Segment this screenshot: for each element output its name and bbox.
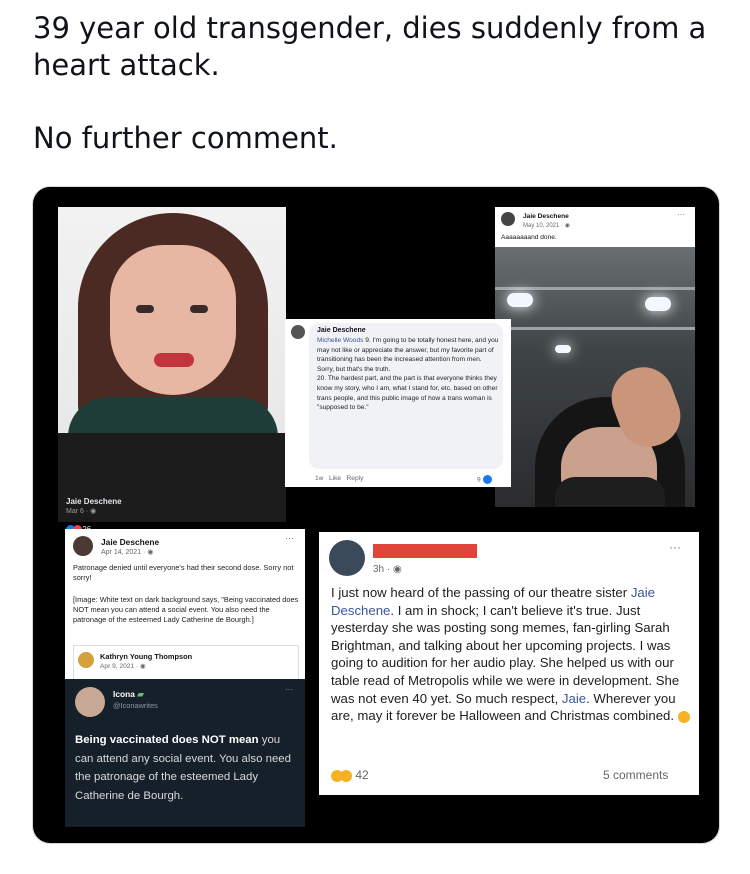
globe-icon: ◉ bbox=[393, 564, 402, 575]
more-options-icon: ··· bbox=[285, 685, 293, 694]
tweet-line-1: 39 year old transgender, dies suddenly f… bbox=[33, 11, 707, 82]
tweet-line-2: No further comment. bbox=[33, 121, 338, 155]
commenter-name: Jaie Deschene bbox=[317, 327, 366, 334]
avatar bbox=[78, 652, 94, 668]
photo-shirt bbox=[68, 397, 278, 433]
selfie-post: Jaie Deschene May 10, 2021 · ◉ ··· Aaaaa… bbox=[495, 207, 695, 507]
profile-photo-post: Jaie Deschene Mar 6 · ◉ 26 bbox=[58, 207, 286, 535]
more-options-icon: ··· bbox=[669, 540, 681, 554]
reaction-count: 42 bbox=[355, 768, 369, 782]
poster-name: Jaie Deschene bbox=[66, 497, 122, 506]
shared-poster-name: Kathryn Young Thompson bbox=[100, 652, 193, 661]
tweet-author-name: Icona ▰ bbox=[113, 689, 144, 699]
ceiling-beam bbox=[495, 287, 695, 290]
globe-icon: ◉ bbox=[147, 549, 154, 556]
photo-eye bbox=[136, 305, 154, 313]
avatar bbox=[501, 212, 515, 226]
comment-age: 1w bbox=[315, 475, 324, 482]
more-options-icon: ··· bbox=[677, 210, 685, 219]
face-mask bbox=[555, 477, 665, 507]
post-date-text: 3h · bbox=[373, 564, 394, 575]
tweet-bold-text: Being vaccinated does NOT mean bbox=[75, 734, 259, 746]
like-reaction-icon bbox=[482, 475, 492, 484]
post-text-part1: I just now heard of the passing of our t… bbox=[331, 585, 631, 600]
comment-text-part2: 20. The hardest part, and the part is th… bbox=[317, 375, 498, 412]
ceiling-light bbox=[555, 345, 571, 353]
profile-photo bbox=[58, 207, 286, 433]
photo-lips bbox=[154, 353, 194, 367]
ceiling-light bbox=[507, 293, 533, 307]
globe-icon: ◉ bbox=[90, 508, 97, 515]
image-description: [Image: White text on dark background sa… bbox=[73, 595, 299, 624]
post-text: I just now heard of the passing of our t… bbox=[331, 584, 691, 725]
crying-emoji-icon bbox=[677, 710, 690, 723]
shared-post-header: Kathryn Young Thompson Apr 9, 2021 · ◉ bbox=[73, 645, 299, 680]
redacted-name bbox=[373, 544, 477, 558]
poster-name: Jaie Deschene bbox=[523, 213, 569, 220]
post-date-text: Mar 6 · bbox=[66, 508, 91, 515]
post-text: Aaaaaaaand done. bbox=[501, 234, 557, 241]
tribute-post: 3h · ◉ ··· I just now heard of the passi… bbox=[319, 532, 699, 795]
poster-name: Jaie Deschene bbox=[101, 537, 160, 547]
post-date: 3h · ◉ bbox=[373, 564, 402, 575]
post-date-text: May 10, 2021 · bbox=[523, 223, 565, 229]
photo-eye bbox=[190, 305, 208, 313]
vaccine-post: Jaie Deschene Apr 14, 2021 · ◉ ··· Patro… bbox=[65, 529, 305, 827]
mention-link: Michelle Woods bbox=[317, 337, 364, 344]
post-date: Apr 14, 2021 · ◉ bbox=[101, 548, 153, 556]
tweet-author-name-text: Icona bbox=[113, 689, 135, 699]
post-date: May 10, 2021 · ◉ bbox=[523, 222, 570, 229]
tweet-author-handle: @Iconawrites bbox=[113, 701, 158, 710]
reaction-count: 9 bbox=[477, 476, 481, 484]
tweet-media-image[interactable]: Jaie Deschene Mar 6 · ◉ 26 Jaie Deschene… bbox=[32, 186, 720, 844]
avatar bbox=[73, 536, 93, 556]
ceiling-light bbox=[645, 297, 671, 311]
tweet-text: 39 year old transgender, dies suddenly f… bbox=[33, 10, 723, 157]
avatar bbox=[291, 325, 305, 339]
globe-icon: ◉ bbox=[139, 663, 146, 670]
comment-actions: 1w Like Reply bbox=[315, 475, 363, 482]
more-options-icon: ··· bbox=[285, 533, 294, 543]
reply-link: Reply bbox=[346, 475, 364, 482]
post-date-text: Apr 9, 2021 · bbox=[100, 663, 140, 670]
embedded-tweet-text: Being vaccinated does NOT mean you can a… bbox=[75, 731, 297, 805]
reaction-summary: 42 bbox=[331, 768, 369, 782]
comment-reaction-count: 9 bbox=[477, 475, 492, 484]
avatar bbox=[75, 687, 105, 717]
sad-reaction-icon bbox=[340, 769, 352, 782]
avatar bbox=[329, 540, 365, 576]
like-link: Like bbox=[328, 475, 342, 482]
post-text: Patronage denied until everyone's had th… bbox=[73, 563, 294, 582]
embedded-tweet-image: Icona ▰ @Iconawrites ··· Being vaccinate… bbox=[65, 679, 305, 827]
comment-screenshot: Jaie Deschene Michelle Woods 9. I'm goin… bbox=[285, 319, 511, 487]
comment-text: Michelle Woods 9. I'm going to be totall… bbox=[317, 336, 499, 413]
globe-icon: ◉ bbox=[564, 223, 570, 229]
selfie-photo bbox=[495, 247, 695, 507]
post-date-text: Apr 14, 2021 · bbox=[101, 549, 148, 556]
book-icon: ▰ bbox=[137, 689, 144, 699]
ceiling-beam bbox=[495, 327, 695, 330]
photo-face bbox=[110, 245, 236, 395]
shared-post-date: Apr 9, 2021 · ◉ bbox=[100, 662, 146, 670]
mention-link: Jaie bbox=[561, 690, 587, 706]
comments-count: 5 comments bbox=[603, 768, 669, 782]
post-date: Mar 6 · ◉ bbox=[66, 507, 96, 515]
